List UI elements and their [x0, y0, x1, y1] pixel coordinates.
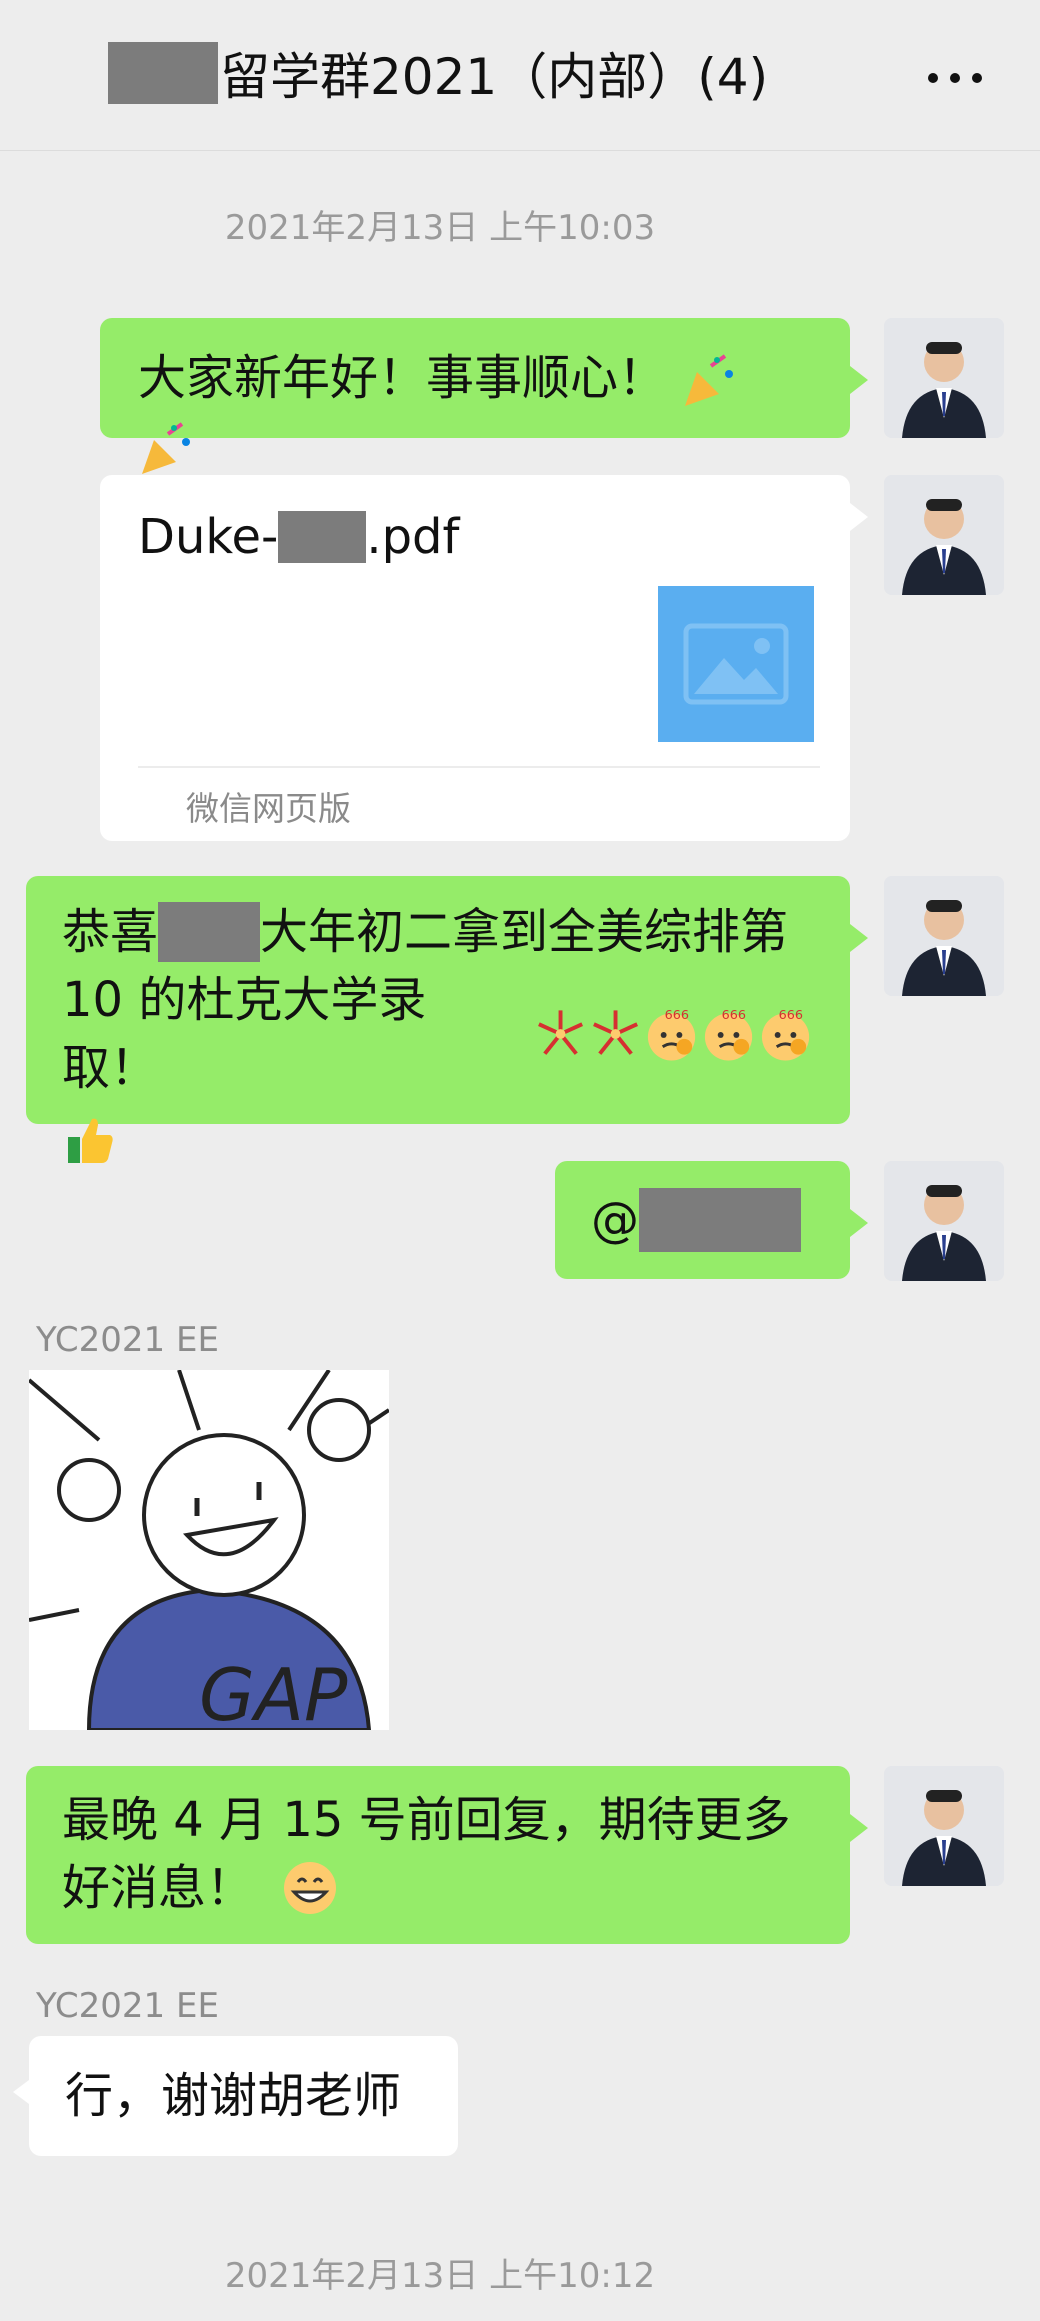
file-name-prefix: Duke- [138, 509, 279, 565]
666-emoji-icon: 666 [704, 1008, 753, 1061]
file-thumbnail [658, 586, 814, 742]
message-line [62, 1102, 814, 1170]
message-bubble[interactable]: 最晚 4 月 15 号前回复，期待更多 好消息！ [26, 1766, 868, 1944]
file-message-card[interactable]: Duke- .pdf 微信网页版 [100, 475, 868, 841]
more-options-button[interactable] [920, 48, 990, 108]
redacted-block [278, 511, 367, 563]
party-popper-icon [142, 422, 190, 474]
message-text: 恭喜 [62, 904, 159, 960]
message-bubble[interactable]: 恭喜 大年初二拿到全美综排第 10 的杜克大学录取！ 666 666 666 [26, 876, 868, 1163]
more-icon [928, 73, 982, 83]
avatar-image [884, 1766, 1004, 1886]
666-emoji-icon: 666 [761, 1008, 810, 1061]
chat-header: 留学群2021（内部）(4) [0, 0, 1040, 151]
divider [138, 766, 820, 768]
thumbs-up-icon [68, 1118, 113, 1163]
chat-title-wrap: 留学群2021（内部）(4) [108, 38, 768, 108]
cheering-sticker-image: GAP [29, 1370, 389, 1730]
mention-symbol: @ [591, 1192, 639, 1248]
avatar[interactable] [884, 475, 1004, 595]
avatar-image [884, 318, 1004, 438]
666-emoji-icon: 666 [647, 1008, 696, 1061]
message-bubble[interactable]: @ [555, 1161, 868, 1279]
redacted-block [639, 1188, 801, 1252]
message-bubble[interactable]: 大家新年好！事事顺心！ [100, 318, 868, 474]
message-line: 恭喜 大年初二拿到全美综排第 [62, 898, 814, 966]
sticker-message[interactable]: GAP [29, 1370, 389, 1730]
firework-icon [592, 1010, 638, 1055]
avatar[interactable] [884, 318, 1004, 438]
message-text: 10 的杜克大学录取！ [62, 972, 427, 1096]
grinning-face-icon [284, 1862, 337, 1914]
chat-title: 留学群2021（内部）(4) [220, 48, 769, 106]
message-timestamp: 2021年2月13日 上午10:12 [224, 2256, 656, 2296]
message-text: 大年初二拿到全美综排第 [260, 904, 789, 960]
redacted-block [158, 902, 261, 962]
message-bubble[interactable]: 行，谢谢胡老师 [13, 2036, 458, 2156]
party-popper-icon [685, 354, 734, 406]
svg-text:666: 666 [722, 1008, 746, 1023]
file-name: Duke- .pdf [138, 503, 459, 571]
file-source-label: 微信网页版 [186, 789, 351, 828]
avatar-image [884, 1161, 1004, 1281]
avatar[interactable] [884, 876, 1004, 996]
avatar-image [884, 876, 1004, 996]
sender-name: YC2021 EE [36, 1986, 219, 2026]
message-timestamp: 2021年2月13日 上午10:03 [224, 208, 656, 248]
message-text: 大家新年好！事事顺心！ [138, 350, 667, 406]
avatar[interactable] [884, 1766, 1004, 1886]
svg-text:666: 666 [779, 1008, 803, 1023]
sender-name: YC2021 EE [36, 1320, 219, 1360]
firework-icon [537, 1010, 583, 1055]
message-line: 10 的杜克大学录取！ 666 666 666 [62, 966, 814, 1102]
message-line: 好消息！ [62, 1854, 814, 1922]
file-name-suffix: .pdf [366, 509, 460, 565]
redacted-block [108, 42, 218, 104]
message-text: 好消息！ [62, 1860, 255, 1916]
image-placeholder-icon [658, 586, 814, 742]
svg-text:GAP: GAP [199, 1653, 348, 1730]
svg-text:666: 666 [665, 1008, 689, 1023]
message-text: 最晚 4 月 15 号前回复，期待更多 [62, 1792, 791, 1848]
message-text: 行，谢谢胡老师 [65, 2068, 402, 2124]
avatar[interactable] [884, 1161, 1004, 1281]
avatar-image [884, 475, 1004, 595]
